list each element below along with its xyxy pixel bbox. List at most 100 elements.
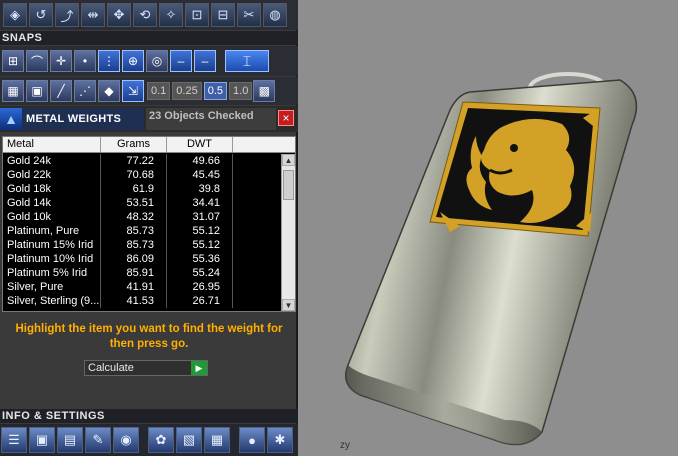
table-row[interactable]: Platinum 5% Irid 85.91 55.24 — [3, 266, 281, 280]
cell-grams: 86.09 — [101, 252, 167, 266]
globe-icon[interactable]: ◍ — [263, 3, 287, 27]
cell-metal: Platinum 5% Irid — [3, 266, 101, 280]
paint-icon[interactable]: ✿ — [148, 427, 174, 453]
grid-icon[interactable]: ▦ — [2, 80, 24, 102]
curve-icon[interactable]: ↺ — [29, 3, 53, 27]
snaps-toolbar-2: ▦ ▣ ╱ ⋰ ◆ ⇲ 0.1 0.25 0.5 1.0 ▩ — [0, 77, 298, 105]
cube-icon[interactable]: ◈ — [3, 3, 27, 27]
diagonal-icon[interactable]: ⋰ — [74, 80, 96, 102]
table-row[interactable]: Gold 24k 77.22 49.66 — [3, 154, 281, 168]
point-snap-icon[interactable]: • — [74, 50, 96, 72]
cell-dwt: 45.45 — [167, 168, 233, 182]
cell-metal: Platinum 10% Irid — [3, 252, 101, 266]
calculate-control[interactable]: Calculate ▶ — [84, 360, 208, 376]
cell-dwt: 55.24 — [167, 266, 233, 280]
figure-icon[interactable]: ✱ — [267, 427, 293, 453]
snap-value-0-25[interactable]: 0.25 — [172, 82, 202, 100]
3d-viewport[interactable]: zy — [300, 0, 678, 456]
center-snap-icon[interactable]: ◎ — [146, 50, 168, 72]
magic-icon[interactable]: ✧ — [159, 3, 183, 27]
column-header-empty — [233, 137, 295, 152]
cell-grams: 85.73 — [101, 224, 167, 238]
line-icon[interactable]: ╱ — [50, 80, 72, 102]
cell-metal: Gold 18k — [3, 182, 101, 196]
cell-dwt: 55.36 — [167, 252, 233, 266]
rotate-icon[interactable]: ⟲ — [133, 3, 157, 27]
cell-grams: 70.68 — [101, 168, 167, 182]
table-row[interactable]: Gold 10k 48.32 31.07 — [3, 210, 281, 224]
close-icon[interactable]: × — [278, 110, 294, 126]
ortho-snap-icon[interactable]: ⌶ — [225, 50, 269, 72]
cell-grams: 85.73 — [101, 238, 167, 252]
column-header-grams[interactable]: Grams — [101, 137, 167, 152]
cell-grams: 85.91 — [101, 266, 167, 280]
move-icon[interactable]: ✥ — [107, 3, 131, 27]
instruction-text: Highlight the item you want to find the … — [15, 323, 283, 350]
snap-value-0-1[interactable]: 0.1 — [147, 82, 171, 100]
cell-dwt: 26.95 — [167, 280, 233, 294]
snap-value-1-0[interactable]: 1.0 — [229, 82, 253, 100]
table-row[interactable]: Silver, Pure 41.91 26.95 — [3, 280, 281, 294]
group-icon[interactable]: ⊡ — [185, 3, 209, 27]
cell-metal: Gold 14k — [3, 196, 101, 210]
camera-icon[interactable]: ▦ — [204, 427, 230, 453]
table-row[interactable]: Gold 22k 70.68 45.45 — [3, 168, 281, 182]
cell-metal: Platinum 15% Irid — [3, 238, 101, 252]
grid-snap-icon[interactable]: ⊞ — [2, 50, 24, 72]
main-toolbar: ◈ ↺ ⤴ ⇹ ✥ ⟲ ✧ ⊡ ⊟ ✂ ◍ — [0, 0, 298, 30]
pencil-icon[interactable]: ✎ — [85, 427, 111, 453]
table-row[interactable]: Gold 18k 61.9 39.8 — [3, 182, 281, 196]
go-button[interactable]: ▶ — [191, 361, 207, 375]
cell-metal: Gold 24k — [3, 154, 101, 168]
box-icon[interactable]: ▣ — [26, 80, 48, 102]
ungroup-icon[interactable]: ⊟ — [211, 3, 235, 27]
objects-checked-label: 23 Objects Checked — [146, 108, 276, 130]
cell-dwt: 55.12 — [167, 224, 233, 238]
box-3d-icon[interactable]: ▣ — [29, 427, 55, 453]
line-snap-icon[interactable]: – — [170, 50, 192, 72]
cell-grams: 53.51 — [101, 196, 167, 210]
cell-dwt: 34.41 — [167, 196, 233, 210]
line-end-snap-icon[interactable]: – — [194, 50, 216, 72]
arrow-snap-icon[interactable]: ⇲ — [122, 80, 144, 102]
document-icon[interactable]: ▤ — [57, 427, 83, 453]
calculate-label[interactable]: Calculate — [85, 361, 191, 375]
stack-icon[interactable]: ☰ — [1, 427, 27, 453]
cell-dwt: 49.66 — [167, 154, 233, 168]
table-row[interactable]: Silver, Sterling (9... 41.53 26.71 — [3, 294, 281, 308]
object-icon[interactable]: ◉ — [113, 427, 139, 453]
circle-snap-icon[interactable]: ⊕ — [122, 50, 144, 72]
cross-snap-icon[interactable]: ✛ — [50, 50, 72, 72]
cell-dwt: 55.12 — [167, 238, 233, 252]
scroll-down-icon[interactable]: ▼ — [282, 299, 295, 311]
table-row[interactable]: Platinum, Pure 85.73 55.12 — [3, 224, 281, 238]
midpoint-snap-icon[interactable]: ⋮ — [98, 50, 120, 72]
dotted-curve-icon[interactable]: ⤴ — [55, 3, 79, 27]
table-scrollbar[interactable]: ▲ ▼ — [281, 154, 295, 311]
table-row[interactable]: Platinum 10% Irid 86.09 55.36 — [3, 252, 281, 266]
info-settings-title: INFO & SETTINGS — [0, 409, 298, 423]
cell-grams: 41.53 — [101, 294, 167, 308]
eye-icon[interactable]: ◆ — [98, 80, 120, 102]
axis-indicator: zy — [340, 440, 350, 451]
cell-metal: Silver, Pure — [3, 280, 101, 294]
column-header-metal[interactable]: Metal — [3, 137, 101, 152]
column-header-dwt[interactable]: DWT — [167, 137, 233, 152]
scroll-up-icon[interactable]: ▲ — [282, 154, 295, 166]
mirror-icon[interactable]: ⇹ — [81, 3, 105, 27]
snaps-toolbar: ⊞ ⌒ ✛ • ⋮ ⊕ ◎ – – ⌶ — [0, 46, 298, 76]
table-row[interactable]: Gold 14k 53.51 34.41 — [3, 196, 281, 210]
render-icon[interactable]: ▧ — [176, 427, 202, 453]
curve-snap-icon[interactable]: ⌒ — [26, 50, 48, 72]
snap-value-0-5[interactable]: 0.5 — [203, 82, 228, 100]
grid-small-icon[interactable]: ▩ — [253, 80, 276, 102]
snaps-section-title: SNAPS — [0, 31, 298, 45]
sphere-icon[interactable]: ● — [239, 427, 265, 453]
cell-grams: 41.91 — [101, 280, 167, 294]
cell-dwt: 31.07 — [167, 210, 233, 224]
scissors-icon[interactable]: ✂ — [237, 3, 261, 27]
cell-metal: Gold 10k — [3, 210, 101, 224]
scroll-thumb[interactable] — [283, 170, 294, 200]
table-row[interactable]: Platinum 15% Irid 85.73 55.12 — [3, 238, 281, 252]
pendant-render — [345, 72, 638, 446]
